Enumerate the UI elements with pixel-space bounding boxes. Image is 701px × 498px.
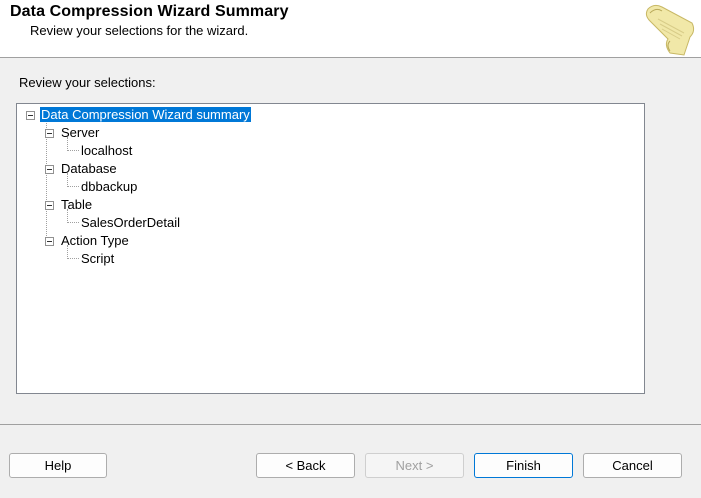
tree-leaf-label: Script	[81, 251, 115, 266]
page-subtitle: Review your selections for the wizard.	[30, 23, 249, 38]
collapse-icon[interactable]	[45, 237, 54, 246]
tree-leaf-dbbackup[interactable]: dbbackup	[80, 178, 138, 196]
help-button[interactable]: Help	[9, 453, 107, 478]
tree-leaf-localhost[interactable]: localhost	[80, 142, 133, 160]
scroll-icon	[645, 4, 695, 56]
tree-line	[67, 258, 79, 259]
cancel-button[interactable]: Cancel	[583, 453, 682, 478]
tree-node-action-type[interactable]: Action Type	[60, 232, 130, 250]
tree-leaf-salesorderdetail[interactable]: SalesOrderDetail	[80, 214, 181, 232]
tree-node-server[interactable]: Server	[60, 124, 100, 142]
section-label: Review your selections:	[19, 75, 156, 90]
footer-divider	[0, 424, 701, 425]
page-title: Data Compression Wizard Summary	[10, 3, 289, 20]
tree-node-label: Table	[61, 197, 93, 212]
tree-root-label: Data Compression Wizard summary	[40, 107, 251, 122]
tree-node-label: Action Type	[61, 233, 129, 248]
collapse-icon[interactable]	[45, 165, 54, 174]
tree-line	[46, 120, 47, 240]
tree-leaf-label: dbbackup	[81, 179, 138, 194]
tree-leaf-label: localhost	[81, 143, 133, 158]
back-button[interactable]: < Back	[256, 453, 355, 478]
tree-node-table[interactable]: Table	[60, 196, 93, 214]
tree-node-database[interactable]: Database	[60, 160, 118, 178]
tree-root-node[interactable]: Data Compression Wizard summary	[40, 106, 251, 124]
finish-button[interactable]: Finish	[474, 453, 573, 478]
tree-line	[67, 186, 79, 187]
tree-line	[67, 222, 79, 223]
collapse-icon[interactable]	[26, 111, 35, 120]
collapse-icon[interactable]	[45, 201, 54, 210]
collapse-icon[interactable]	[45, 129, 54, 138]
tree-leaf-script[interactable]: Script	[80, 250, 115, 268]
wizard-header: Data Compression Wizard Summary Review y…	[0, 0, 701, 58]
tree-node-label: Database	[61, 161, 117, 176]
tree-line	[67, 150, 79, 151]
next-button[interactable]: Next >	[365, 453, 464, 478]
tree-node-label: Server	[61, 125, 100, 140]
summary-tree[interactable]: Data Compression Wizard summary Server l…	[16, 103, 645, 394]
tree-leaf-label: SalesOrderDetail	[81, 215, 180, 230]
